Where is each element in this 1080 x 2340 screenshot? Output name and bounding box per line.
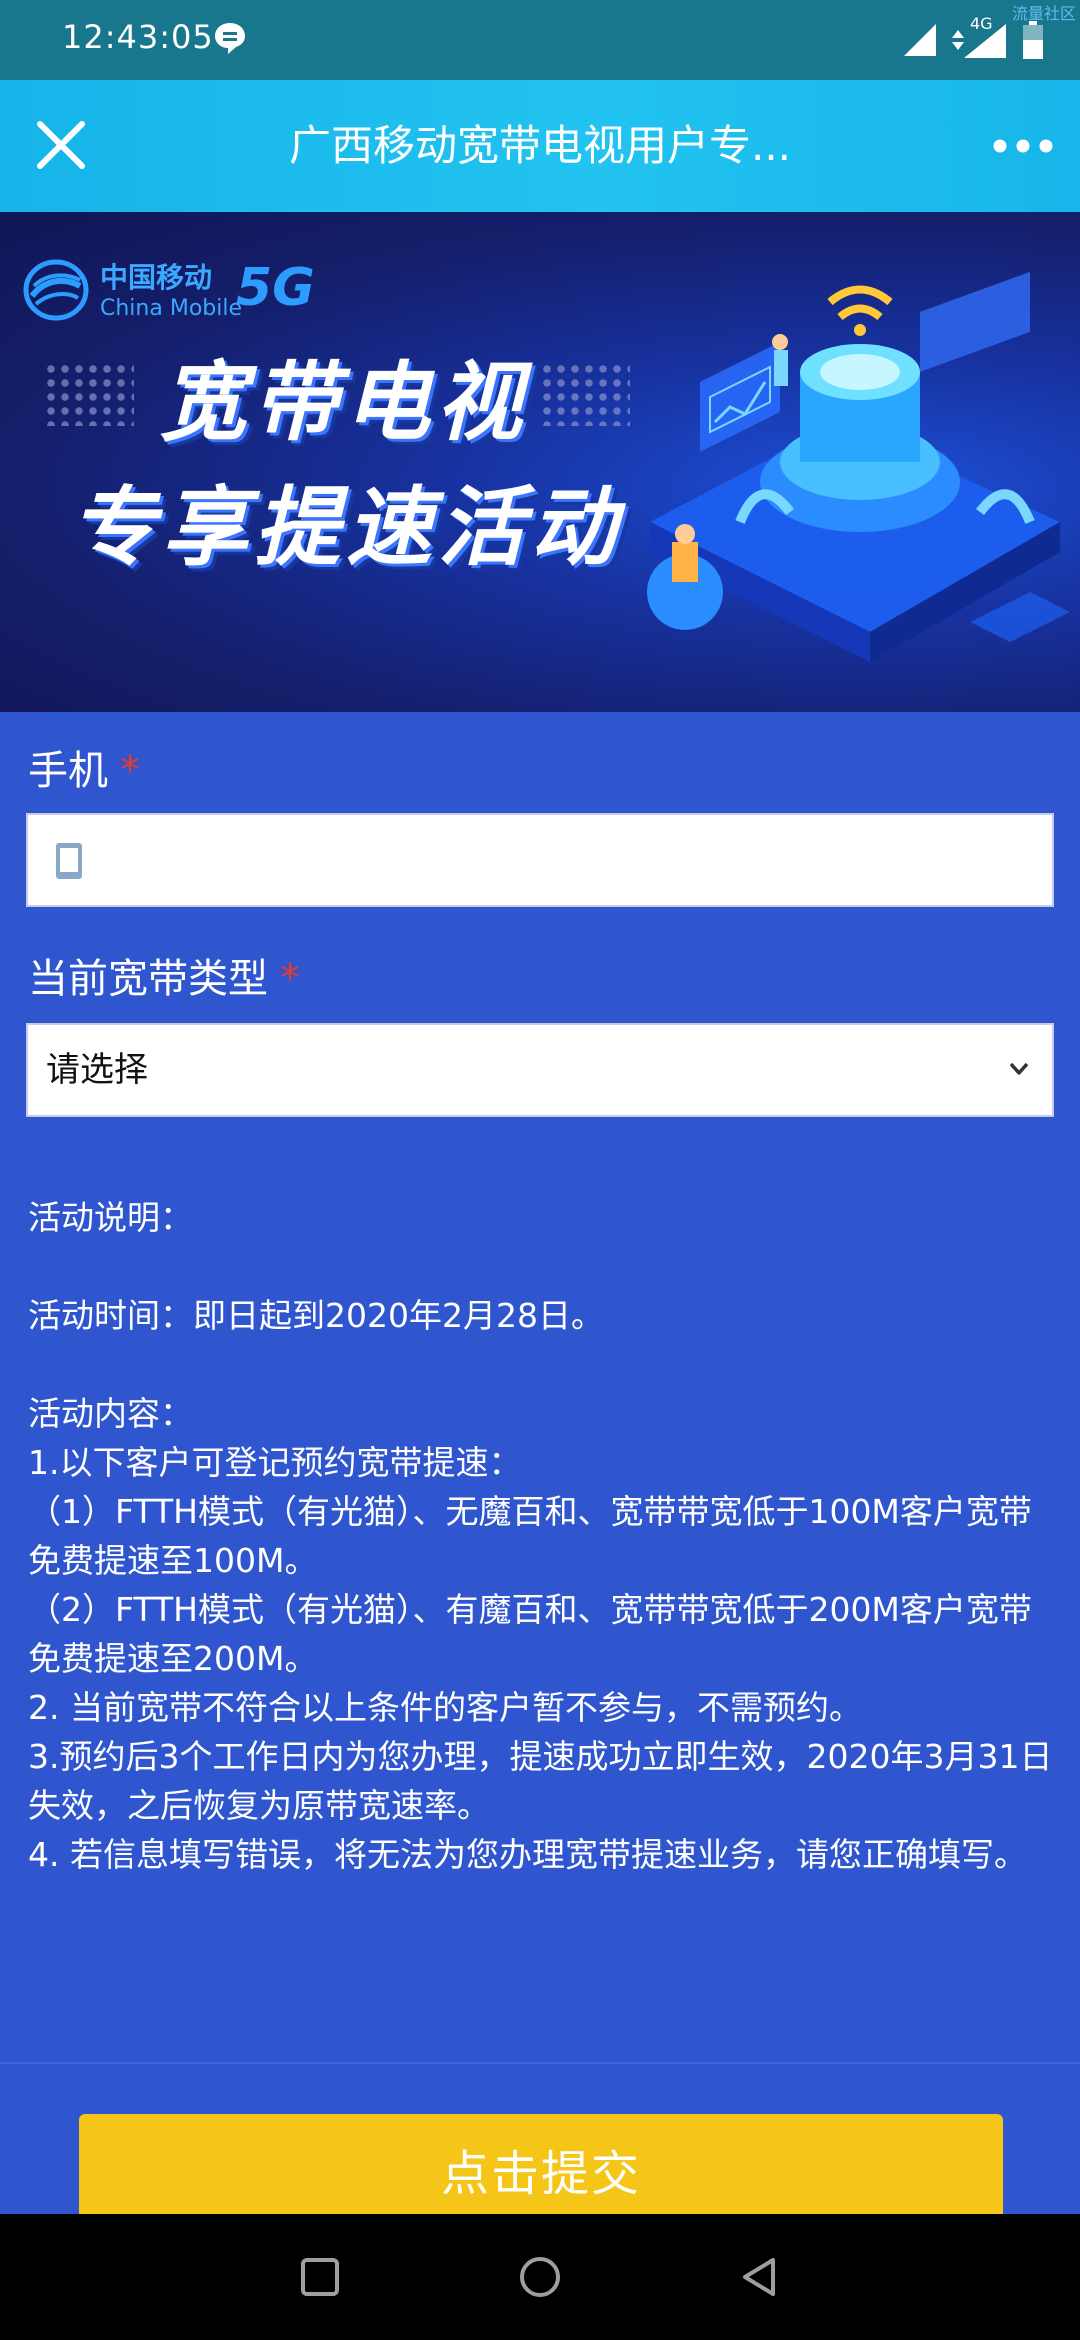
- message-notification-icon: [215, 23, 245, 54]
- chevron-down-icon: [1009, 1062, 1029, 1075]
- desc-item: 1.以下客户可登记预约宽带提速：: [28, 1443, 522, 1482]
- more-icon[interactable]: [988, 126, 1058, 166]
- broadband-label-text: 当前宽带类型: [28, 956, 268, 1002]
- logo-english: China Mobile: [100, 296, 243, 321]
- promo-banner: 中国移动 China Mobile 5G 宽带电视 专享提速活动: [0, 212, 1080, 712]
- signal-4g-icon: 4G: [950, 14, 1010, 60]
- desc-item: 4. 若信息填写错误，将无法为您办理宽带提速业务，请您正确填写。: [28, 1835, 1027, 1874]
- desc-item: （2）FTTH模式（有光猫）、有魔百和、宽带带宽低于200M客户宽带免费提速至2…: [28, 1590, 1032, 1678]
- desc-item: 2. 当前宽带不符合以上条件的客户暂不参与，不需预约。: [28, 1688, 862, 1727]
- desc-content-heading: 活动内容：: [28, 1394, 193, 1433]
- required-mark: *: [280, 956, 300, 1002]
- signal-icon: [904, 24, 936, 56]
- status-icons: 4G: [902, 14, 1044, 62]
- network-type: 4G: [970, 14, 993, 33]
- navigation-bar: [0, 2214, 1080, 2340]
- battery-icon: [1023, 21, 1043, 59]
- broadband-type-label: 当前宽带类型 *: [28, 946, 300, 1004]
- status-time: 12:43:05: [62, 18, 214, 56]
- phone-label-text: 手机: [28, 748, 108, 794]
- desc-time: 活动时间：即日起到2020年2月28日。: [28, 1296, 604, 1335]
- select-value: 请选择: [46, 1050, 148, 1090]
- title-bar: 广西移动宽带电视用户专...: [0, 80, 1080, 212]
- network-illustration: [647, 271, 1070, 662]
- status-bar: 12:43:05 4G 流量社区: [0, 0, 1080, 80]
- back-icon[interactable]: [735, 2252, 785, 2302]
- banner-title-line2: 专享提速活动: [70, 478, 622, 578]
- decor-dots-left: [44, 362, 134, 426]
- phone-input[interactable]: [26, 813, 1054, 907]
- desc-item: （1）FTTH模式（有光猫）、无魔百和、宽带带宽低于100M客户宽带免费提速至1…: [28, 1492, 1032, 1580]
- divider: [0, 2062, 1080, 2064]
- logo-chinese: 中国移动: [100, 261, 213, 294]
- home-icon[interactable]: [515, 2252, 565, 2302]
- china-mobile-logo: 中国移动 China Mobile 5G: [22, 252, 342, 332]
- page-title: 广西移动宽带电视用户专...: [288, 121, 792, 170]
- phone-icon: [56, 843, 82, 879]
- desc-item: 3.预约后3个工作日内为您办理，提速成功立即生效，2020年3月31日失效，之后…: [28, 1737, 1053, 1825]
- watermark: 流量社区: [1011, 4, 1076, 23]
- phone-label: 手机 *: [28, 738, 140, 796]
- required-mark: *: [120, 748, 140, 794]
- banner-title-line1: 宽带电视: [160, 353, 528, 453]
- logo-5g: 5G: [236, 258, 315, 318]
- china-mobile-icon: [23, 259, 89, 321]
- recent-apps-icon[interactable]: [295, 2252, 345, 2302]
- broadband-type-select[interactable]: 请选择: [26, 1023, 1054, 1117]
- desc-heading: 活动说明：: [28, 1198, 193, 1237]
- activity-description: 活动说明： 活动时间：即日起到2020年2月28日。 活动内容： 1.以下客户可…: [28, 1193, 1058, 1879]
- close-icon[interactable]: [28, 112, 94, 178]
